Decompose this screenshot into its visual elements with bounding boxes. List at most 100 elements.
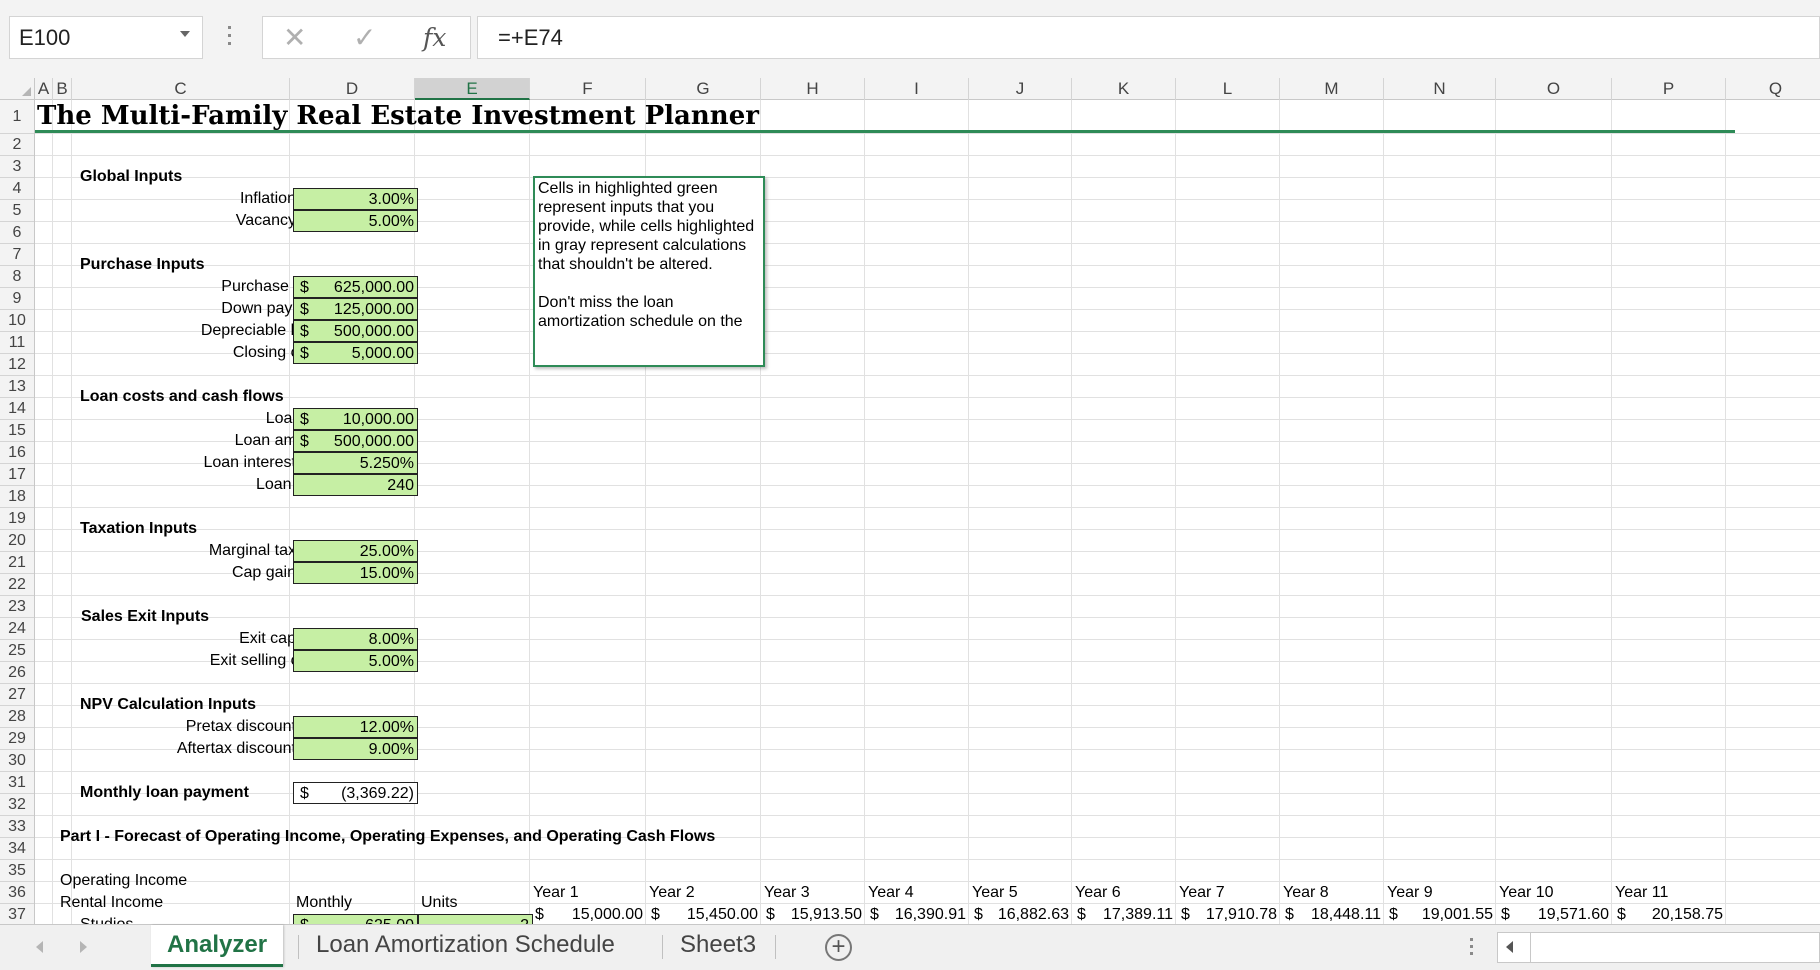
row-header-31[interactable]: 31 (0, 772, 34, 794)
row-header-21[interactable]: 21 (0, 552, 34, 574)
tab-sheet3[interactable]: Sheet3 (664, 925, 772, 967)
horizontal-scrollbar[interactable] (1497, 932, 1820, 963)
row-header-4[interactable]: 4 (0, 178, 34, 200)
cell-comment-note[interactable]: Cells in highlighted green represent inp… (533, 176, 765, 367)
year-header[interactable]: Year 3 (764, 882, 810, 904)
cells-area[interactable]: The Multi-Family Real Estate Investment … (35, 100, 1820, 924)
column-header-c[interactable]: C (72, 78, 290, 100)
exit-cost-input[interactable]: 5.00% (293, 650, 418, 672)
studios-monthly-input[interactable]: $625.00 (293, 914, 418, 924)
row-header-17[interactable]: 17 (0, 464, 34, 486)
marginal-tax-input[interactable]: 25.00% (293, 540, 418, 562)
row-header-32[interactable]: 32 (0, 794, 34, 816)
year-header[interactable]: Year 8 (1283, 882, 1329, 904)
loan-rate-input[interactable]: 5.250% (293, 452, 418, 474)
column-header-j[interactable]: J (969, 78, 1072, 100)
row-header-6[interactable]: 6 (0, 222, 34, 244)
row-header-33[interactable]: 33 (0, 816, 34, 838)
row-header-18[interactable]: 18 (0, 486, 34, 508)
studios-year-value[interactable]: $15,000.00 (530, 904, 646, 924)
exit-cap-input[interactable]: 8.00% (293, 628, 418, 650)
loan-fee-input[interactable]: $10,000.00 (293, 408, 418, 430)
row-header-35[interactable]: 35 (0, 860, 34, 882)
row-header-29[interactable]: 29 (0, 728, 34, 750)
column-header-i[interactable]: I (865, 78, 969, 100)
tax-heading[interactable]: Taxation Inputs (80, 518, 197, 540)
column-header-d[interactable]: D (290, 78, 415, 100)
row-header-8[interactable]: 8 (0, 266, 34, 288)
studios-year-value[interactable]: $19,001.55 (1384, 904, 1496, 924)
row-header-25[interactable]: 25 (0, 640, 34, 662)
studios-year-value[interactable]: $17,389.11 (1072, 904, 1176, 924)
row-header-28[interactable]: 28 (0, 706, 34, 728)
year-header[interactable]: Year 11 (1615, 882, 1668, 904)
year-header[interactable]: Year 1 (533, 882, 579, 904)
cap-gain-input[interactable]: 15.00% (293, 562, 418, 584)
purchase-inputs-heading[interactable]: Purchase Inputs (80, 254, 204, 276)
year-header[interactable]: Year 4 (868, 882, 914, 904)
row-header-27[interactable]: 27 (0, 684, 34, 706)
select-all-button[interactable] (0, 78, 35, 100)
row-header-22[interactable]: 22 (0, 574, 34, 596)
column-header-m[interactable]: M (1280, 78, 1384, 100)
row-header-37[interactable]: 37 (0, 904, 34, 924)
row-header-1[interactable]: 1 (0, 100, 34, 134)
previous-sheet-icon[interactable] (36, 941, 43, 953)
down-payment-input[interactable]: $125,000.00 (293, 298, 418, 320)
more-vertical-icon[interactable] (1470, 938, 1473, 959)
column-header-e[interactable]: E (415, 78, 530, 100)
row-header-26[interactable]: 26 (0, 662, 34, 684)
column-header-l[interactable]: L (1176, 78, 1280, 100)
studios-year-value[interactable]: $20,158.75 (1612, 904, 1726, 924)
next-sheet-icon[interactable] (80, 941, 87, 953)
global-inputs-heading[interactable]: Global Inputs (80, 166, 182, 188)
sheet-title[interactable]: The Multi-Family Real Estate Investment … (37, 101, 759, 131)
loan-heading[interactable]: Loan costs and cash flows (80, 386, 284, 408)
formula-input[interactable]: =+E74 (477, 16, 1820, 59)
row-header-10[interactable]: 10 (0, 310, 34, 332)
row-header-2[interactable]: 2 (0, 134, 34, 156)
row-header-12[interactable]: 12 (0, 354, 34, 376)
column-header-n[interactable]: N (1384, 78, 1496, 100)
exit-heading[interactable]: Sales Exit Inputs (81, 606, 209, 628)
chevron-down-icon[interactable] (180, 31, 190, 37)
scroll-left-icon[interactable] (1506, 941, 1513, 953)
tab-analyzer[interactable]: Analyzer (151, 925, 283, 967)
add-sheet-icon[interactable]: + (825, 934, 852, 961)
studios-year-value[interactable]: $16,390.91 (865, 904, 969, 924)
worksheet-grid[interactable]: ABCDEFGHIJKLMNOPQ 1234567891011121314151… (0, 78, 1820, 924)
row-header-14[interactable]: 14 (0, 398, 34, 420)
closing-costs-input[interactable]: $5,000.00 (293, 342, 418, 364)
row-header-5[interactable]: 5 (0, 200, 34, 222)
loan-term-input[interactable]: 240 (293, 474, 418, 496)
part1-heading[interactable]: Part I - Forecast of Operating Income, O… (60, 826, 715, 848)
aftertax-discount-input[interactable]: 9.00% (293, 738, 418, 760)
row-header-36[interactable]: 36 (0, 882, 34, 904)
row-header-34[interactable]: 34 (0, 838, 34, 860)
inflation-input[interactable]: 3.00% (293, 188, 418, 210)
column-header-g[interactable]: G (646, 78, 761, 100)
row-header-9[interactable]: 9 (0, 288, 34, 310)
enter-icon[interactable]: ✓ (353, 21, 376, 54)
row-header-16[interactable]: 16 (0, 442, 34, 464)
row-header-13[interactable]: 13 (0, 376, 34, 398)
column-header-o[interactable]: O (1496, 78, 1612, 100)
loan-amount-input[interactable]: $500,000.00 (293, 430, 418, 452)
row-header-15[interactable]: 15 (0, 420, 34, 442)
row-header-30[interactable]: 30 (0, 750, 34, 772)
column-header-a[interactable]: A (35, 78, 53, 100)
monthly-header[interactable]: Monthly (296, 892, 352, 914)
rental-income-label[interactable]: Rental Income (60, 892, 163, 914)
column-header-b[interactable]: B (53, 78, 72, 100)
cancel-icon[interactable]: ✕ (283, 21, 306, 54)
studios-year-value[interactable]: $15,450.00 (646, 904, 761, 924)
depreciable-basis-input[interactable]: $500,000.00 (293, 320, 418, 342)
purchase-price-input[interactable]: $625,000.00 (293, 276, 418, 298)
studios-units-input[interactable]: 2 (418, 914, 533, 924)
row-header-3[interactable]: 3 (0, 156, 34, 178)
monthly-payment-label[interactable]: Monthly loan payment (80, 782, 249, 804)
column-header-q[interactable]: Q (1726, 78, 1820, 100)
npv-heading[interactable]: NPV Calculation Inputs (80, 694, 256, 716)
name-box[interactable]: E100 (9, 16, 203, 59)
column-header-k[interactable]: K (1072, 78, 1176, 100)
